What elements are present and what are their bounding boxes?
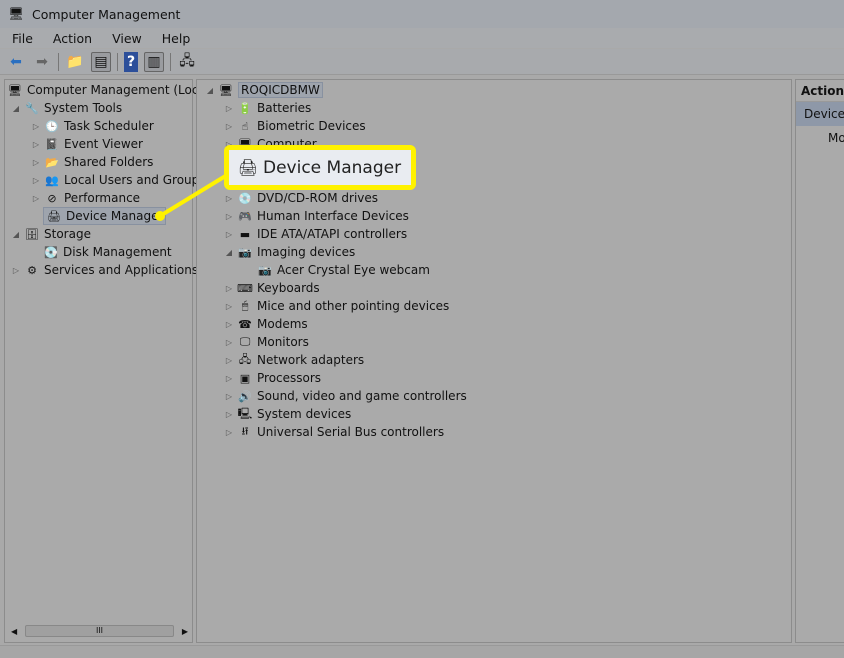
status-bar xyxy=(0,645,844,658)
callout-connector xyxy=(155,170,234,221)
device-manager-callout: 🖨 Device Manager xyxy=(224,145,416,190)
device-manager-icon: 🖨 xyxy=(237,158,259,177)
